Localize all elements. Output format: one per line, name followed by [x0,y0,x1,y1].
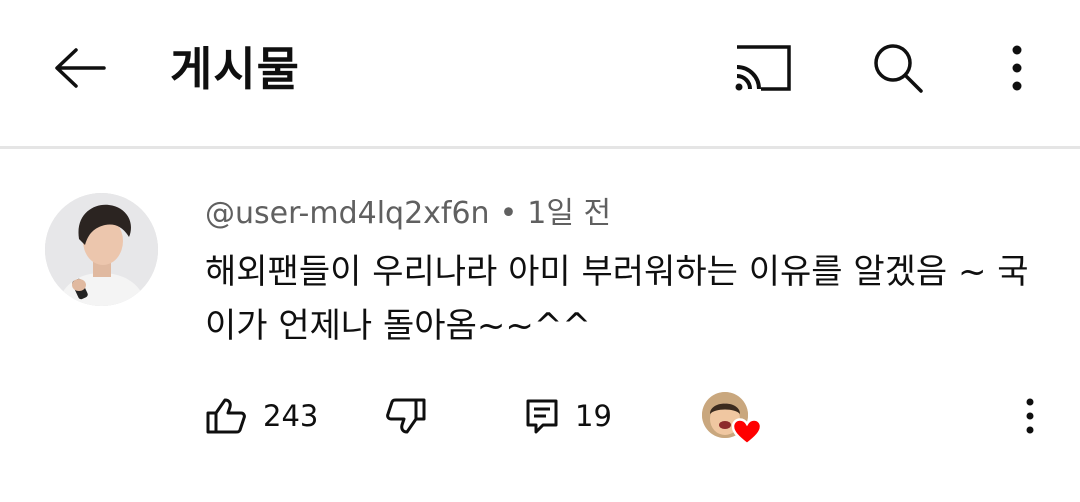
dislike-button[interactable] [385,391,427,441]
thumb-down-icon [386,398,426,434]
avatar-image [45,193,158,306]
comment-icon [526,399,558,434]
search-icon [874,44,923,93]
page-title: 게시물 [170,42,300,96]
cast-button[interactable] [722,28,802,108]
meta-separator: • [499,196,518,231]
reply-button[interactable]: 19 [525,391,612,441]
comment-time: 1일 전 [527,196,612,231]
more-vert-icon [1026,398,1034,434]
more-options-button[interactable] [977,28,1057,108]
like-count: 243 [263,399,319,433]
like-button[interactable]: 243 [205,391,318,441]
avatar[interactable] [45,193,158,306]
reply-count: 19 [575,399,612,433]
more-vert-icon [1012,45,1022,91]
creator-heart [702,392,764,448]
heart-icon [732,418,762,446]
cast-icon [735,45,791,91]
comment-author[interactable]: @user-md4lq2xf6n [205,196,490,231]
comment-item: @user-md4lq2xf6n • 1일 전 해외팬들이 우리나라 아미 부러워하… [0,149,1080,502]
back-button[interactable] [40,28,120,108]
comment-more-button[interactable] [1005,391,1055,441]
arrow-left-icon [55,48,106,88]
app-bar: 게시물 [0,0,1080,146]
thumb-up-icon [206,398,246,434]
search-button[interactable] [858,28,938,108]
comment-text: 해외팬들이 우리나라 아미 부러워하는 이유를 알겠음 ~ 국이가 언제나 돌아… [205,252,1029,346]
comment-meta: @user-md4lq2xf6n • 1일 전 [205,195,611,233]
